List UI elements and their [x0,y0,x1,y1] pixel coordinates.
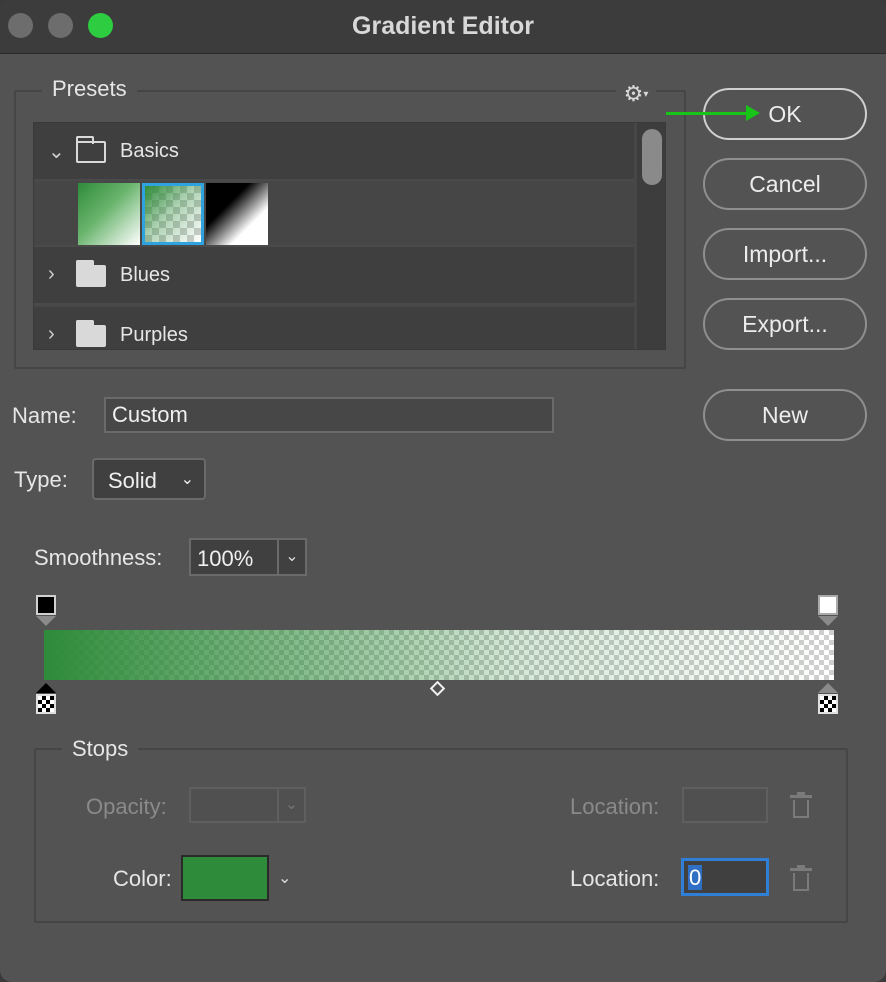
color-label: Color: [113,866,172,891]
color-location-label: Location: [570,866,660,891]
opacity-stop-pointer-right [818,616,838,626]
chevron-down-icon[interactable]: ⌄ [278,868,291,888]
folder-open-icon [76,136,106,163]
folder-label: Basics [120,140,179,162]
export-button[interactable]: Export... [703,298,867,350]
chevron-right-icon[interactable]: › [48,323,55,346]
new-button[interactable]: New [703,389,867,441]
chevron-right-icon[interactable]: › [48,263,55,286]
name-label: Name: [12,403,77,428]
type-value: Solid [108,468,157,493]
annotation-arrow-icon [666,105,760,121]
opacity-location-label: Location: [570,794,660,819]
opacity-location-input[interactable] [682,787,768,823]
titlebar: Gradient Editor [0,0,886,54]
opacity-stop-pointer-left [36,616,56,626]
gradient-preview-bar[interactable] [44,630,834,680]
stops-group [34,748,848,923]
smoothness-label: Smoothness: [34,545,163,570]
gear-icon: ⚙ [623,81,644,106]
preset-list[interactable]: ⌄ Basics › Blues › Purples [33,122,666,350]
opacity-stop-right[interactable] [818,595,838,615]
color-stop-pointer-left [36,683,56,693]
presets-settings-button[interactable]: ⚙▾ [616,80,656,108]
folder-icon [76,260,106,287]
type-label: Type: [14,467,68,492]
color-swatch[interactable] [181,855,269,901]
smoothness-input[interactable]: 100% [189,538,279,576]
presets-label: Presets [42,76,137,102]
color-location-value: 0 [688,865,703,890]
stops-label: Stops [62,736,139,762]
preset-folder-blues[interactable]: › Blues [34,247,634,305]
preset-thumbnail-black-to-white[interactable] [206,183,268,245]
basics-thumbnails [34,183,634,247]
folder-label: Blues [120,264,171,286]
import-button[interactable]: Import... [703,228,867,280]
gradient-midpoint-handle[interactable] [429,680,446,697]
color-stop-right[interactable] [818,694,838,714]
type-select[interactable]: Solid ⌄ [92,458,206,500]
opacity-label: Opacity: [86,794,167,819]
window-title: Gradient Editor [352,12,534,40]
scrollbar-thumb[interactable] [642,129,662,185]
color-location-input[interactable]: 0 [682,859,768,895]
preset-folder-purples[interactable]: › Purples [34,307,634,349]
preset-thumbnail-green-to-white[interactable] [78,183,140,245]
chevron-down-icon: ▾ [643,89,649,101]
chevron-down-icon: ⌄ [180,471,194,488]
opacity-dropdown-button[interactable]: ⌄ [277,787,306,823]
delete-opacity-stop-trash-icon[interactable] [790,792,812,818]
chevron-down-icon[interactable]: ⌄ [48,139,65,164]
smoothness-dropdown-button[interactable]: ⌄ [277,538,307,576]
color-stop-left[interactable] [36,694,56,714]
color-stop-pointer-right [818,683,838,693]
delete-color-stop-trash-icon[interactable] [790,865,812,891]
folder-label: Purples [120,324,188,346]
cancel-button[interactable]: Cancel [703,158,867,210]
preset-scrollbar[interactable] [637,123,665,349]
name-input[interactable] [104,397,554,433]
opacity-stop-left[interactable] [36,595,56,615]
preset-folder-basics[interactable]: ⌄ Basics [34,123,634,181]
preset-thumbnail-green-to-transparent[interactable] [142,183,204,245]
folder-icon [76,320,106,347]
opacity-input[interactable] [189,787,279,823]
gradient-editor-window: Gradient Editor Presets ⚙▾ ⌄ Basics › Bl… [0,0,886,982]
